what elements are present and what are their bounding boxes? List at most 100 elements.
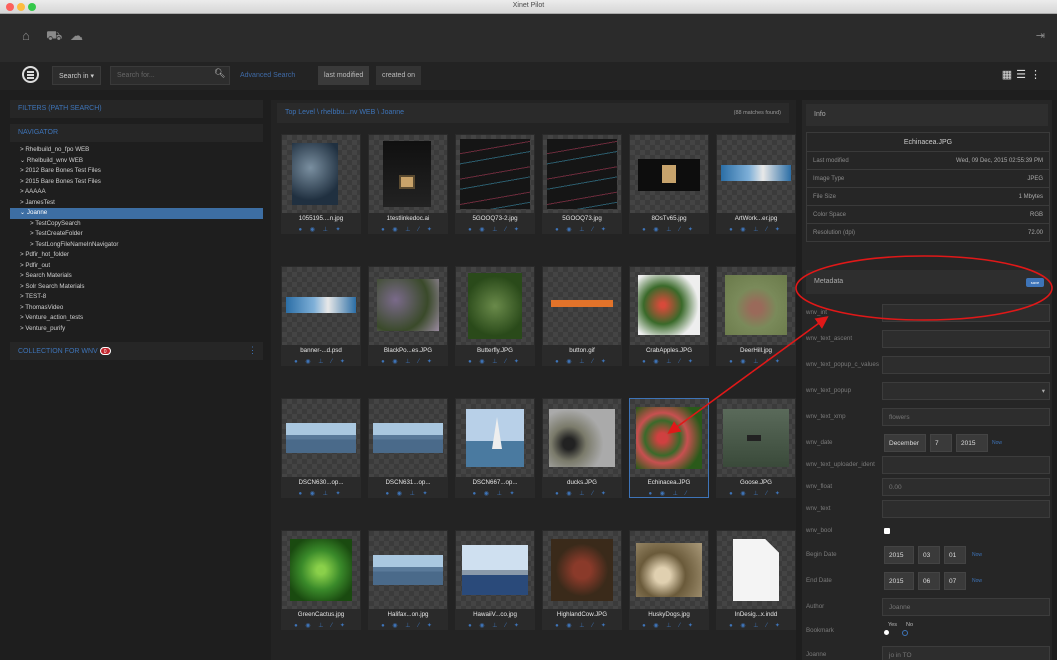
navigator-item[interactable]: > TEST-8: [10, 292, 263, 303]
main-menu-button[interactable]: [22, 66, 39, 83]
date-now-link[interactable]: Now: [992, 440, 1002, 446]
cloud-upload-icon[interactable]: ☁: [70, 28, 83, 44]
asset-thumbnail[interactable]: [456, 135, 534, 213]
asset-card[interactable]: BlackPo...es.JPG ● ◉ ⊥ ⁄ ✦: [368, 266, 448, 366]
navigator-item[interactable]: > 2015 Bare Bones Test Files: [10, 177, 263, 188]
begin-year-select[interactable]: 2015: [884, 546, 914, 564]
asset-card[interactable]: HawaiiV...co.jpg ● ◉ ⊥ ⁄ ✦: [455, 530, 535, 630]
metadata-field-input[interactable]: [882, 456, 1050, 474]
asset-thumbnail[interactable]: [717, 399, 795, 477]
begin-now-link[interactable]: Now: [972, 552, 982, 558]
asset-thumbnail[interactable]: [456, 399, 534, 477]
asset-action-icons[interactable]: ● ◉ ⊥ ⁄ ✦: [630, 226, 708, 233]
metadata-field-input[interactable]: [882, 500, 1050, 518]
asset-action-icons[interactable]: ● ◉ ⊥ ⁄ ✦: [282, 358, 360, 365]
asset-action-icons[interactable]: ● ◉ ⊥ ⁄ ✦: [717, 226, 795, 233]
end-month-select[interactable]: 06: [918, 572, 940, 590]
asset-card[interactable]: button.gif ● ◉ ⊥ ⁄ ✦: [542, 266, 622, 366]
advanced-search-link[interactable]: Advanced Search: [240, 72, 295, 79]
navigator-item[interactable]: > Solr Search Materials: [10, 282, 263, 293]
asset-card[interactable]: Halifax...on.jpg ● ◉ ⊥ ⁄ ✦: [368, 530, 448, 630]
asset-thumbnail[interactable]: [630, 135, 708, 213]
asset-action-icons[interactable]: ● ◉ ⊥ ⁄ ✦: [456, 226, 534, 233]
asset-thumbnail[interactable]: [630, 399, 708, 477]
asset-card[interactable]: DeerHill.jpg ● ◉ ⊥ ⁄ ✦: [716, 266, 796, 366]
asset-thumbnail[interactable]: [543, 531, 621, 609]
asset-action-icons[interactable]: ● ◉ ⊥ ⁄ ✦: [717, 490, 795, 497]
asset-card[interactable]: 8OsTv65.jpg ● ◉ ⊥ ⁄ ✦: [629, 134, 709, 234]
asset-thumbnail[interactable]: [369, 399, 447, 477]
navigator-item[interactable]: > Search Materials: [10, 271, 263, 282]
date-day-select[interactable]: 7: [930, 434, 952, 452]
asset-thumbnail[interactable]: [543, 135, 621, 213]
asset-action-icons[interactable]: ● ◉ ⊥ ⁄: [630, 490, 708, 497]
asset-action-icons[interactable]: ● ◉ ⊥ ✦: [282, 226, 360, 233]
bool-checkbox[interactable]: [884, 528, 890, 534]
home-icon[interactable]: ⌂: [22, 28, 30, 43]
search-input[interactable]: Search for...: [110, 66, 230, 85]
sort-created-on-button[interactable]: created on: [376, 66, 422, 85]
asset-card[interactable]: InDesig...x.indd ● ◉ ⊥ ⁄ ✦: [716, 530, 796, 630]
metadata-field-input[interactable]: [882, 356, 1050, 374]
end-day-select[interactable]: 07: [944, 572, 966, 590]
filters-header[interactable]: FILTERS (PATH SEARCH): [10, 100, 263, 118]
asset-action-icons[interactable]: ● ◉ ⊥ ⁄ ✦: [456, 358, 534, 365]
asset-thumbnail[interactable]: [282, 399, 360, 477]
end-year-select[interactable]: 2015: [884, 572, 914, 590]
navigator-header[interactable]: NAVIGATOR: [10, 124, 263, 142]
asset-card[interactable]: DSCN631...op... ● ◉ ⊥ ✦: [368, 398, 448, 498]
navigator-item[interactable]: > Pdfir_out: [10, 261, 263, 272]
metadata-field-input[interactable]: [882, 330, 1050, 348]
info-header[interactable]: Info: [806, 104, 1048, 126]
asset-card[interactable]: Echinacea.JPG ● ◉ ⊥ ⁄: [629, 398, 709, 498]
collection-header[interactable]: COLLECTION FOR WNV 0 ⋮: [10, 342, 263, 360]
asset-thumbnail[interactable]: [282, 267, 360, 345]
asset-action-icons[interactable]: ● ◉ ⊥ ⁄ ✦: [369, 226, 447, 233]
asset-thumbnail[interactable]: [456, 531, 534, 609]
asset-thumbnail[interactable]: [369, 531, 447, 609]
navigator-item[interactable]: > TestCopySearch: [10, 219, 263, 230]
asset-action-icons[interactable]: ● ◉ ⊥ ✦: [369, 490, 447, 497]
asset-card[interactable]: ducks.JPG ● ◉ ⊥ ⁄ ✦: [542, 398, 622, 498]
asset-card[interactable]: GreenCactus.jpg ● ◉ ⊥ ⁄ ✦: [281, 530, 361, 630]
search-scope-dropdown[interactable]: Search in ▾: [52, 66, 102, 85]
navigator-item[interactable]: > TestCreateFolder: [10, 229, 263, 240]
navigator-item[interactable]: > TestLongFileNameInNavigator: [10, 240, 263, 251]
navigator-item[interactable]: > Venture_purify: [10, 324, 263, 335]
popup-select[interactable]: ▾: [882, 382, 1050, 400]
search-icon[interactable]: 🔍︎: [214, 68, 225, 79]
navigator-item[interactable]: > 2012 Bare Bones Test Files: [10, 166, 263, 177]
asset-thumbnail[interactable]: [543, 267, 621, 345]
view-mode-icons[interactable]: ▦☰⋮: [1002, 68, 1045, 81]
asset-action-icons[interactable]: ● ◉ ⊥ ✦: [456, 490, 534, 497]
asset-card[interactable]: CrabApples.JPG ● ◉ ⊥ ⁄ ✦: [629, 266, 709, 366]
asset-action-icons[interactable]: ● ◉ ⊥ ⁄ ✦: [630, 358, 708, 365]
navigator-item[interactable]: > Venture_action_tests: [10, 313, 263, 324]
metadata-field-input[interactable]: Joanne: [882, 598, 1050, 616]
asset-thumbnail[interactable]: [282, 135, 360, 213]
asset-action-icons[interactable]: ● ◉ ⊥ ⁄ ✦: [543, 622, 621, 629]
navigator-item[interactable]: > Pdfir_hot_folder: [10, 250, 263, 261]
begin-day-select[interactable]: 01: [944, 546, 966, 564]
asset-card[interactable]: 1testlinkedoc.ai ● ◉ ⊥ ⁄ ✦: [368, 134, 448, 234]
asset-card[interactable]: HighlandCow.JPG ● ◉ ⊥ ⁄ ✦: [542, 530, 622, 630]
asset-thumbnail[interactable]: [630, 531, 708, 609]
asset-card[interactable]: Butterfly.JPG ● ◉ ⊥ ⁄ ✦: [455, 266, 535, 366]
asset-action-icons[interactable]: ● ◉ ⊥ ⁄ ✦: [543, 358, 621, 365]
navigator-item[interactable]: > JamesTest: [10, 198, 263, 209]
bookmark-no-radio[interactable]: [902, 630, 908, 636]
asset-action-icons[interactable]: ● ◉ ⊥ ⁄ ✦: [543, 490, 621, 497]
asset-action-icons[interactable]: ● ◉ ⊥ ⁄ ✦: [717, 358, 795, 365]
navigator-item[interactable]: > ThomasVideo: [10, 303, 263, 314]
asset-thumbnail[interactable]: [543, 399, 621, 477]
navigator-item[interactable]: > Rhelbuild_no_fpo WEB: [10, 145, 263, 156]
asset-card[interactable]: 1055195....n.jpg ● ◉ ⊥ ✦: [281, 134, 361, 234]
asset-card[interactable]: banner-...d.psd ● ◉ ⊥ ⁄ ✦: [281, 266, 361, 366]
cart-icon[interactable]: ⛟: [46, 28, 62, 46]
metadata-field-input[interactable]: flowers: [882, 408, 1050, 426]
metadata-field-input[interactable]: jo in TO: [882, 646, 1050, 660]
asset-action-icons[interactable]: ● ◉ ⊥ ✦: [282, 490, 360, 497]
asset-card[interactable]: DSCN630...op... ● ◉ ⊥ ✦: [281, 398, 361, 498]
asset-thumbnail[interactable]: [717, 135, 795, 213]
asset-action-icons[interactable]: ● ◉ ⊥ ⁄ ✦: [282, 622, 360, 629]
